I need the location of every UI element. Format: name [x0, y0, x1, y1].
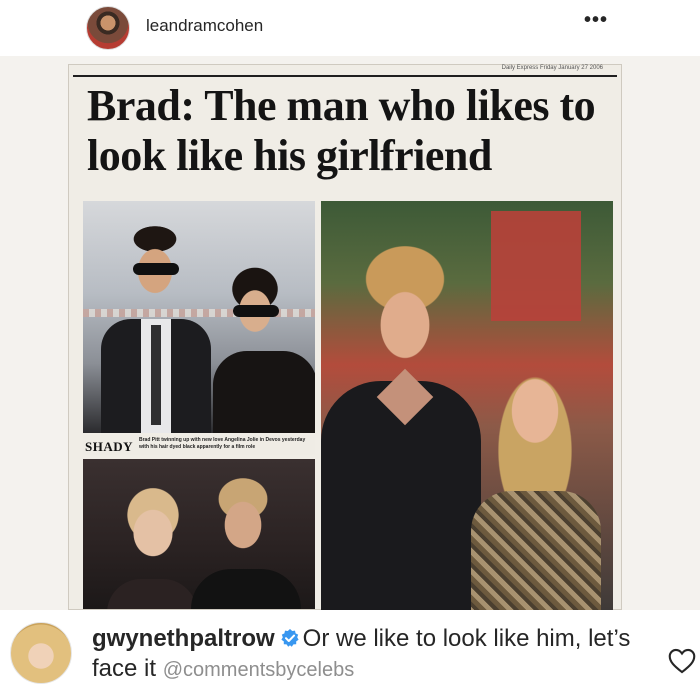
comment-tag[interactable]: @commentsbycelebs	[163, 659, 354, 681]
jacket	[191, 569, 301, 609]
sunglasses	[233, 305, 279, 317]
photo-brad-gwyneth	[83, 459, 315, 609]
comment: gwynethpaltrow Or we like to look like h…	[0, 610, 700, 696]
background-panel	[491, 211, 581, 321]
jacket	[213, 351, 315, 433]
avatar[interactable]	[86, 6, 130, 50]
comment-username[interactable]: gwynethpaltrow	[92, 625, 275, 652]
background-fence	[83, 309, 315, 317]
newspaper-headline: Brad: The man who likes to look like his…	[87, 81, 596, 180]
caption-text: Brad Pitt twinning up with new love Ange…	[139, 437, 306, 450]
newspaper-clipping: Daily Express Friday January 27 2006 Bra…	[68, 64, 622, 610]
photo-brad-jennifer	[321, 201, 613, 610]
photo-caption: SHADY Brad Pitt twinning up with new lov…	[83, 435, 315, 455]
newspaper-dateline: Daily Express Friday January 27 2006	[501, 65, 603, 71]
post-image[interactable]: Daily Express Friday January 27 2006 Bra…	[0, 56, 700, 610]
dress	[471, 491, 601, 610]
photo-brad-angelina	[83, 201, 315, 433]
post-header: leandramcohen •••	[0, 0, 700, 56]
heart-icon[interactable]	[668, 648, 696, 674]
post-username[interactable]: leandramcohen	[146, 16, 263, 36]
tie	[151, 325, 161, 425]
sunglasses	[133, 263, 179, 275]
divider	[73, 75, 617, 77]
top	[107, 579, 197, 609]
verified-badge-icon	[281, 628, 299, 647]
caption-label: SHADY	[85, 439, 134, 454]
comment-body: gwynethpaltrow Or we like to look like h…	[92, 624, 662, 685]
more-options-icon[interactable]: •••	[580, 10, 612, 38]
avatar[interactable]	[10, 622, 72, 684]
